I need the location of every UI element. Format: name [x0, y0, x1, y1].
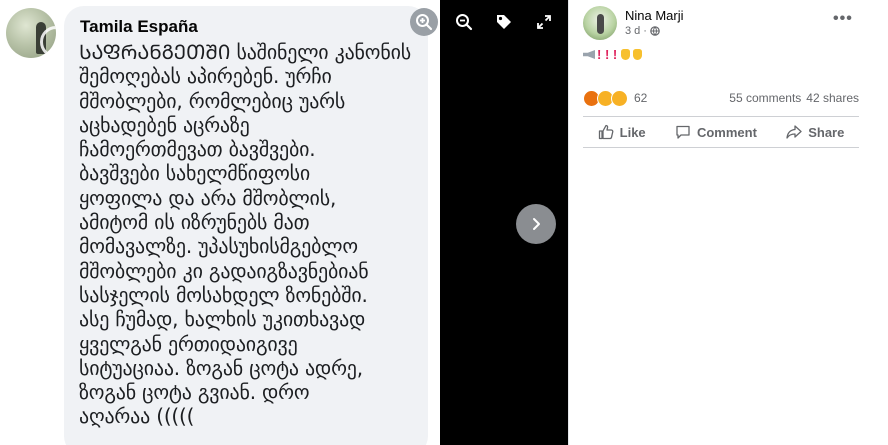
- like-label: Like: [619, 124, 646, 140]
- thumbs-up-icon: [598, 124, 614, 140]
- comment-button[interactable]: Comment: [675, 124, 757, 140]
- zoom-in-button[interactable]: [410, 8, 438, 36]
- megaphone-icon: [583, 50, 595, 59]
- divider: [583, 147, 859, 148]
- zoom-out-icon: [456, 14, 473, 31]
- commenter-name: Tamila España: [80, 17, 198, 36]
- poster-avatar[interactable]: [583, 6, 617, 40]
- photo[interactable]: Tamila España ᲡᲐᲤᲠᲐᲜᲒᲔᲗᲨᲘ საშინელი კანონ…: [0, 0, 440, 445]
- expand-icon: [537, 15, 551, 29]
- like-button[interactable]: Like: [598, 124, 646, 140]
- pointing-down-icon: [621, 49, 631, 60]
- sad-reaction-icon[interactable]: [611, 89, 628, 107]
- next-photo-button[interactable]: [516, 204, 556, 244]
- divider: [583, 116, 859, 117]
- reactions-row: 62 55 comments 42 shares: [583, 89, 859, 107]
- post-caption: ! ! !: [583, 47, 643, 62]
- reaction-count[interactable]: 62: [634, 91, 647, 105]
- post-actions: Like Comment Share: [583, 118, 859, 146]
- poster-name[interactable]: Nina Marji: [625, 8, 684, 23]
- comment-icon: [676, 125, 690, 139]
- globe-icon: [650, 26, 660, 36]
- share-label: Share: [808, 124, 845, 140]
- meta-separator: ·: [643, 25, 647, 37]
- more-options-button[interactable]: •••: [833, 10, 853, 28]
- caption-exclamations: ! ! !: [597, 47, 618, 62]
- chevron-right-icon: [533, 218, 540, 230]
- tag-button[interactable]: [490, 8, 518, 36]
- more-dots-icon: •••: [833, 10, 853, 27]
- post-panel: Nina Marji 3 d · ••• ! ! ! 62 55 comment…: [568, 0, 888, 445]
- comments-count[interactable]: 55 comments: [729, 91, 801, 105]
- pointing-down-icon: [633, 49, 643, 60]
- post-meta: 3 d ·: [625, 25, 660, 37]
- comment-label: Comment: [696, 124, 757, 140]
- zoom-out-button[interactable]: [450, 8, 478, 36]
- comment-text: ᲡᲐᲤᲠᲐᲜᲒᲔᲗᲨᲘ საშინელი კანონის შემოღებას ა…: [79, 40, 411, 429]
- share-icon: [786, 125, 802, 139]
- expand-button[interactable]: [530, 8, 558, 36]
- poster-avatar-figure: [597, 14, 604, 34]
- post-time[interactable]: 3 d: [625, 25, 640, 37]
- commenter-avatar: [6, 8, 56, 58]
- shares-count[interactable]: 42 shares: [806, 91, 859, 105]
- zoom-in-icon: [416, 14, 433, 31]
- photo-viewer: Tamila España ᲡᲐᲤᲠᲐᲜᲒᲔᲗᲨᲘ საშინელი კანონ…: [0, 0, 568, 445]
- share-button[interactable]: Share: [786, 124, 844, 140]
- tag-icon: [497, 15, 511, 29]
